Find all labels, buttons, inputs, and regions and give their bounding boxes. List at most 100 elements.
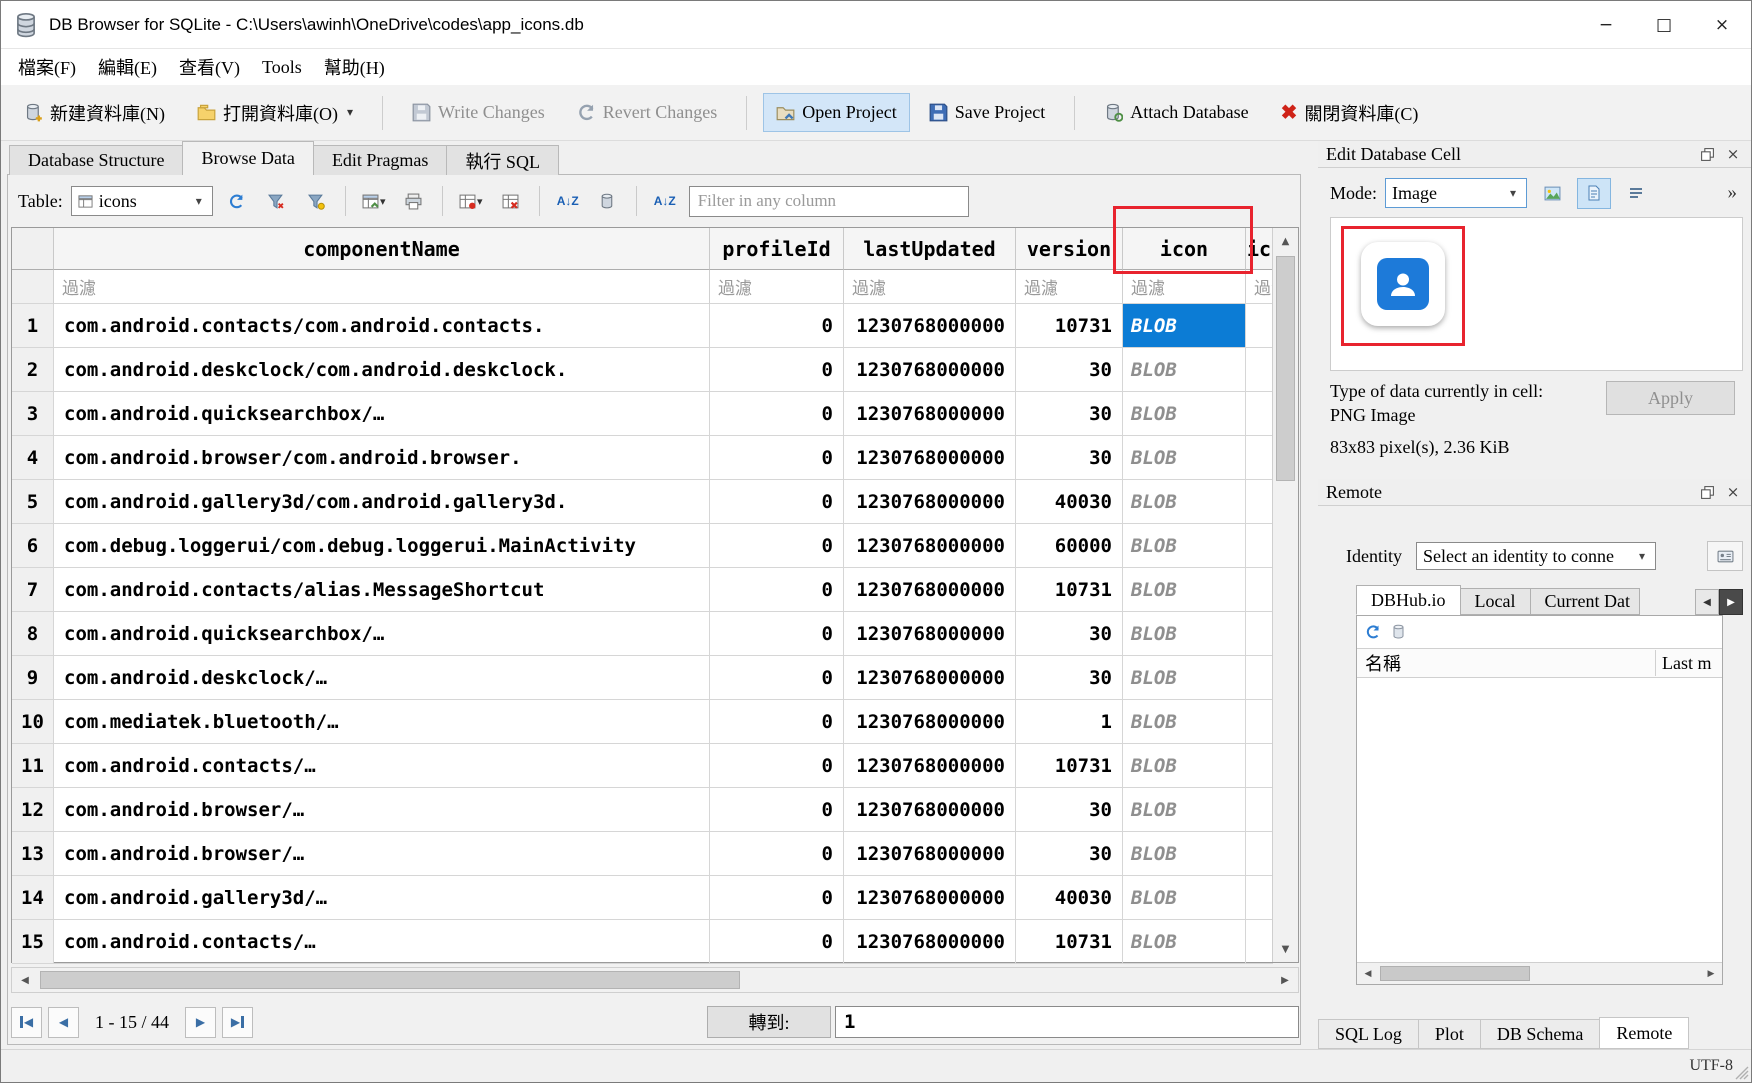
cell-profileId[interactable]: 0 [710, 436, 844, 480]
export-table-dropdown-icon[interactable]: ▾ [380, 195, 386, 208]
cell-version[interactable]: 30 [1016, 392, 1123, 436]
cell-partial[interactable] [1246, 788, 1273, 832]
cell-componentName[interactable]: com.debug.loggerui/com.debug.loggerui.Ma… [54, 524, 710, 568]
cell-profileId[interactable]: 0 [710, 480, 844, 524]
prev-page-button[interactable]: ◀ [48, 1007, 79, 1038]
cell-componentName[interactable]: com.android.quicksearchbox/… [54, 612, 710, 656]
cell-componentName[interactable]: com.android.contacts/… [54, 744, 710, 788]
horizontal-scroll-thumb[interactable] [40, 971, 740, 989]
cell-componentName[interactable]: com.android.deskclock/… [54, 656, 710, 700]
cell-version[interactable]: 30 [1016, 832, 1123, 876]
table-row[interactable]: 11 com.android.contacts/… 0 123076800000… [12, 744, 1298, 788]
refresh-button[interactable] [221, 186, 253, 216]
cell-lastUpdated[interactable]: 1230768000000 [844, 700, 1016, 744]
apply-button[interactable]: Apply [1606, 381, 1735, 415]
close-panel-icon[interactable]: × [1723, 482, 1743, 502]
cell-partial[interactable] [1246, 568, 1273, 612]
goto-input[interactable] [835, 1006, 1299, 1038]
save-filter-button[interactable] [301, 186, 333, 216]
table-row[interactable]: 9 com.android.deskclock/… 0 123076800000… [12, 656, 1298, 700]
grid-vertical-scrollbar[interactable]: ▲ ▼ [1272, 228, 1298, 962]
remote-modified-header[interactable]: Last m [1656, 653, 1722, 674]
cell-profileId[interactable]: 0 [710, 788, 844, 832]
menu-file[interactable]: 檔案(F) [7, 50, 87, 84]
cell-version[interactable]: 10731 [1016, 920, 1123, 964]
image-view-button[interactable] [1577, 178, 1611, 209]
tab-scroll-right-icon[interactable]: ▶ [1719, 589, 1743, 615]
vertical-scroll-thumb[interactable] [1276, 256, 1295, 481]
row-number[interactable]: 6 [12, 524, 54, 568]
cell-partial[interactable] [1246, 304, 1273, 348]
remote-horizontal-scrollbar[interactable]: ◀ ▶ [1357, 962, 1722, 984]
cell-lastUpdated[interactable]: 1230768000000 [844, 656, 1016, 700]
tab-database-structure[interactable]: Database Structure [9, 145, 183, 175]
cell-icon-blob[interactable]: BLOB [1123, 832, 1246, 876]
global-filter-input[interactable] [689, 186, 969, 217]
cell-lastUpdated[interactable]: 1230768000000 [844, 788, 1016, 832]
cell-partial[interactable] [1246, 700, 1273, 744]
tab-browse-data[interactable]: Browse Data [182, 141, 313, 175]
cell-lastUpdated[interactable]: 1230768000000 [844, 348, 1016, 392]
remote-scroll-thumb[interactable] [1380, 966, 1530, 981]
minimize-button[interactable]: − [1577, 1, 1635, 48]
cell-componentName[interactable]: com.android.contacts/com.android.contact… [54, 304, 710, 348]
save-project-button[interactable]: Save Project [916, 93, 1058, 132]
cell-componentName[interactable]: com.android.gallery3d/com.android.galler… [54, 480, 710, 524]
cell-partial[interactable] [1246, 612, 1273, 656]
import-identity-button[interactable] [1707, 541, 1743, 571]
row-number[interactable]: 3 [12, 392, 54, 436]
grid-horizontal-scrollbar[interactable]: ◀ ▶ [11, 967, 1299, 993]
dock-tab-plot[interactable]: Plot [1418, 1019, 1481, 1049]
float-panel-icon[interactable] [1697, 482, 1717, 502]
cell-partial[interactable] [1246, 876, 1273, 920]
table-row[interactable]: 10 com.mediatek.bluetooth/… 0 1230768000… [12, 700, 1298, 744]
tab-execute-sql[interactable]: 執行 SQL [446, 145, 559, 175]
cell-partial[interactable] [1246, 348, 1273, 392]
cell-partial[interactable] [1246, 656, 1273, 700]
column-header-partial[interactable]: ic [1246, 228, 1273, 270]
cell-version[interactable]: 1 [1016, 700, 1123, 744]
table-row[interactable]: 5 com.android.gallery3d/com.android.gall… [12, 480, 1298, 524]
cell-lastUpdated[interactable]: 1230768000000 [844, 568, 1016, 612]
scroll-left-icon[interactable]: ◀ [12, 968, 38, 992]
cell-version[interactable]: 30 [1016, 788, 1123, 832]
attach-database-button[interactable]: Attach Database [1091, 93, 1261, 132]
table-row[interactable]: 15 com.android.contacts/… 0 123076800000… [12, 920, 1298, 964]
table-row[interactable]: 8 com.android.quicksearchbox/… 0 1230768… [12, 612, 1298, 656]
column-header-version[interactable]: version [1016, 228, 1123, 270]
grid-corner[interactable] [12, 228, 54, 270]
cell-componentName[interactable]: com.mediatek.bluetooth/… [54, 700, 710, 744]
toolbar-overflow-icon[interactable]: » [1728, 182, 1738, 204]
close-database-button[interactable]: ✖ 關閉資料庫(C) [1268, 91, 1432, 135]
row-number[interactable]: 15 [12, 920, 54, 964]
encoding-indicator[interactable]: UTF-8 [1689, 1057, 1733, 1075]
cell-componentName[interactable]: com.android.contacts/… [54, 920, 710, 964]
cell-componentName[interactable]: com.android.browser/com.android.browser. [54, 436, 710, 480]
cell-icon-blob[interactable]: BLOB [1123, 612, 1246, 656]
filter-icon[interactable]: 過濾 [1123, 270, 1246, 304]
remote-table-body[interactable] [1357, 678, 1722, 962]
mode-select[interactable]: Image ▾ [1385, 178, 1527, 208]
new-database-button[interactable]: 新建資料庫(N) [11, 91, 178, 135]
cell-lastUpdated[interactable]: 1230768000000 [844, 920, 1016, 964]
export-table-button[interactable]: ▾ [358, 186, 390, 216]
first-page-button[interactable]: ◀ [11, 1007, 42, 1038]
cell-icon-blob[interactable]: BLOB [1123, 656, 1246, 700]
cell-lastUpdated[interactable]: 1230768000000 [844, 436, 1016, 480]
cell-lastUpdated[interactable]: 1230768000000 [844, 524, 1016, 568]
cell-lastUpdated[interactable]: 1230768000000 [844, 304, 1016, 348]
remote-refresh-icon[interactable] [1365, 624, 1381, 640]
tab-scroll-left-icon[interactable]: ◀ [1695, 589, 1719, 615]
import-data-button[interactable] [1535, 178, 1569, 209]
cell-lastUpdated[interactable]: 1230768000000 [844, 744, 1016, 788]
edit-cell-toggle-button[interactable] [592, 186, 624, 216]
row-number[interactable]: 2 [12, 348, 54, 392]
table-select[interactable]: icons ▾ [71, 186, 213, 216]
float-panel-icon[interactable] [1697, 144, 1717, 164]
row-number[interactable]: 8 [12, 612, 54, 656]
insert-record-button[interactable]: ▾ [455, 186, 487, 216]
close-button[interactable]: × [1693, 1, 1751, 48]
scroll-right-icon[interactable]: ▶ [1272, 968, 1298, 992]
cell-lastUpdated[interactable]: 1230768000000 [844, 480, 1016, 524]
cell-icon-blob[interactable]: BLOB [1123, 348, 1246, 392]
